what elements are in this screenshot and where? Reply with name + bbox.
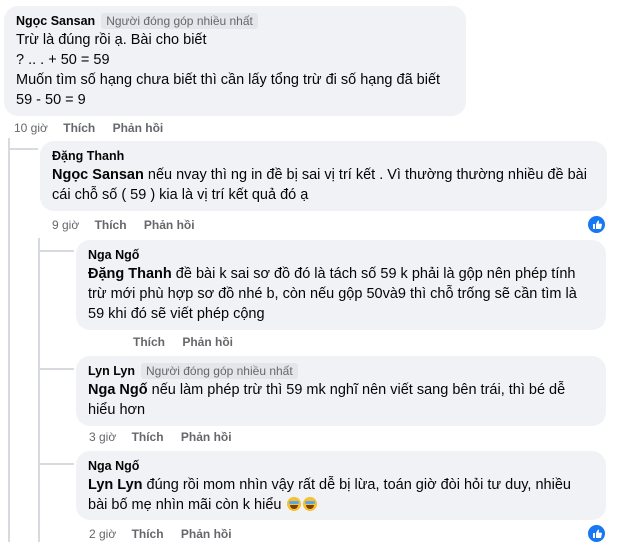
comment-author[interactable]: Ngọc Sansan Người đóng góp nhiều nhất [16, 13, 454, 29]
mention-link[interactable]: Nga Ngố [88, 382, 148, 398]
top-contributor-badge: Người đóng góp nhiều nhất [141, 363, 298, 379]
reply-button[interactable]: Phản hồi [182, 335, 233, 349]
comment-author[interactable]: Nga Ngố [88, 458, 594, 474]
reply-button[interactable]: Phản hồi [181, 430, 232, 444]
comment-time[interactable]: 3 giờ [89, 430, 116, 444]
comment-bubble: Đặng Thanh Ngọc Sansan nếu nvay thì ng i… [40, 141, 607, 211]
thread-line [8, 138, 10, 542]
like-button[interactable]: Thích [133, 335, 165, 349]
comment-text: Đặng Thanh đề bài k sai sơ đồ đó là tách… [88, 266, 577, 322]
thread-line [38, 238, 40, 542]
like-button[interactable]: Thích [95, 218, 127, 232]
thread-line [8, 148, 38, 150]
thread-line [38, 463, 74, 465]
comment-text: Nga Ngố nếu làm phép trừ thì 59 mk nghĩ … [88, 382, 566, 418]
reply-button[interactable]: Phản hồi [113, 121, 164, 135]
comment-bubble: Nga Ngố Lyn Lyn đúng rồi mom nhìn vậy rấ… [76, 451, 606, 520]
comment-bubble: Nga Ngố Đặng Thanh đề bài k sai sơ đồ đó… [76, 240, 606, 330]
comment-time[interactable]: 10 giờ [14, 121, 48, 135]
comment-author[interactable]: Đặng Thanh [52, 148, 595, 164]
mention-link[interactable]: Lyn Lyn [88, 477, 143, 493]
comment-author[interactable]: Lyn Lyn Người đóng góp nhiều nhất [88, 363, 594, 379]
comment-time[interactable]: 2 giờ [89, 527, 116, 541]
thread-line [38, 250, 74, 252]
top-contributor-badge: Người đóng góp nhiều nhất [101, 13, 258, 29]
comment-author[interactable]: Nga Ngố [88, 247, 594, 263]
like-reaction-icon[interactable] [586, 523, 607, 544]
comment-bubble: Ngọc Sansan Người đóng góp nhiều nhất Trừ… [4, 6, 466, 116]
comment-time[interactable]: 9 giờ [52, 218, 79, 232]
comment-actions: 10 giờ Thích Phản hồi [14, 120, 177, 136]
comment-actions: 9 giờ Thích Phản hồi [52, 217, 209, 233]
comment-text: Ngọc Sansan nếu nvay thì ng in đề bị sai… [52, 167, 587, 203]
comment-text: Trừ là đúng rồi ạ. Bài cho biết ? .. . +… [16, 32, 441, 108]
mention-link[interactable]: Ngọc Sansan [52, 167, 144, 183]
like-reaction-icon[interactable] [586, 214, 607, 235]
laughing-tears-emoji-icon [303, 497, 318, 511]
comment-text: Lyn Lyn đúng rồi mom nhìn vậy rất dễ bị … [88, 477, 571, 513]
reply-button[interactable]: Phản hồi [144, 218, 195, 232]
like-button[interactable]: Thích [132, 430, 164, 444]
laughing-tears-emoji-icon [287, 497, 302, 511]
thread-line [38, 368, 74, 370]
like-button[interactable]: Thích [63, 121, 95, 135]
comment-bubble: Lyn Lyn Người đóng góp nhiều nhất Nga Ngố… [76, 356, 606, 426]
like-button[interactable]: Thích [132, 527, 164, 541]
comment-actions: 3 giờ Thích Phản hồi [89, 429, 246, 445]
mention-link[interactable]: Đặng Thanh [88, 266, 172, 282]
comment-actions: Thích Phản hồi [133, 334, 247, 350]
reply-button[interactable]: Phản hồi [181, 527, 232, 541]
comment-actions: 2 giờ Thích Phản hồi [89, 526, 246, 542]
